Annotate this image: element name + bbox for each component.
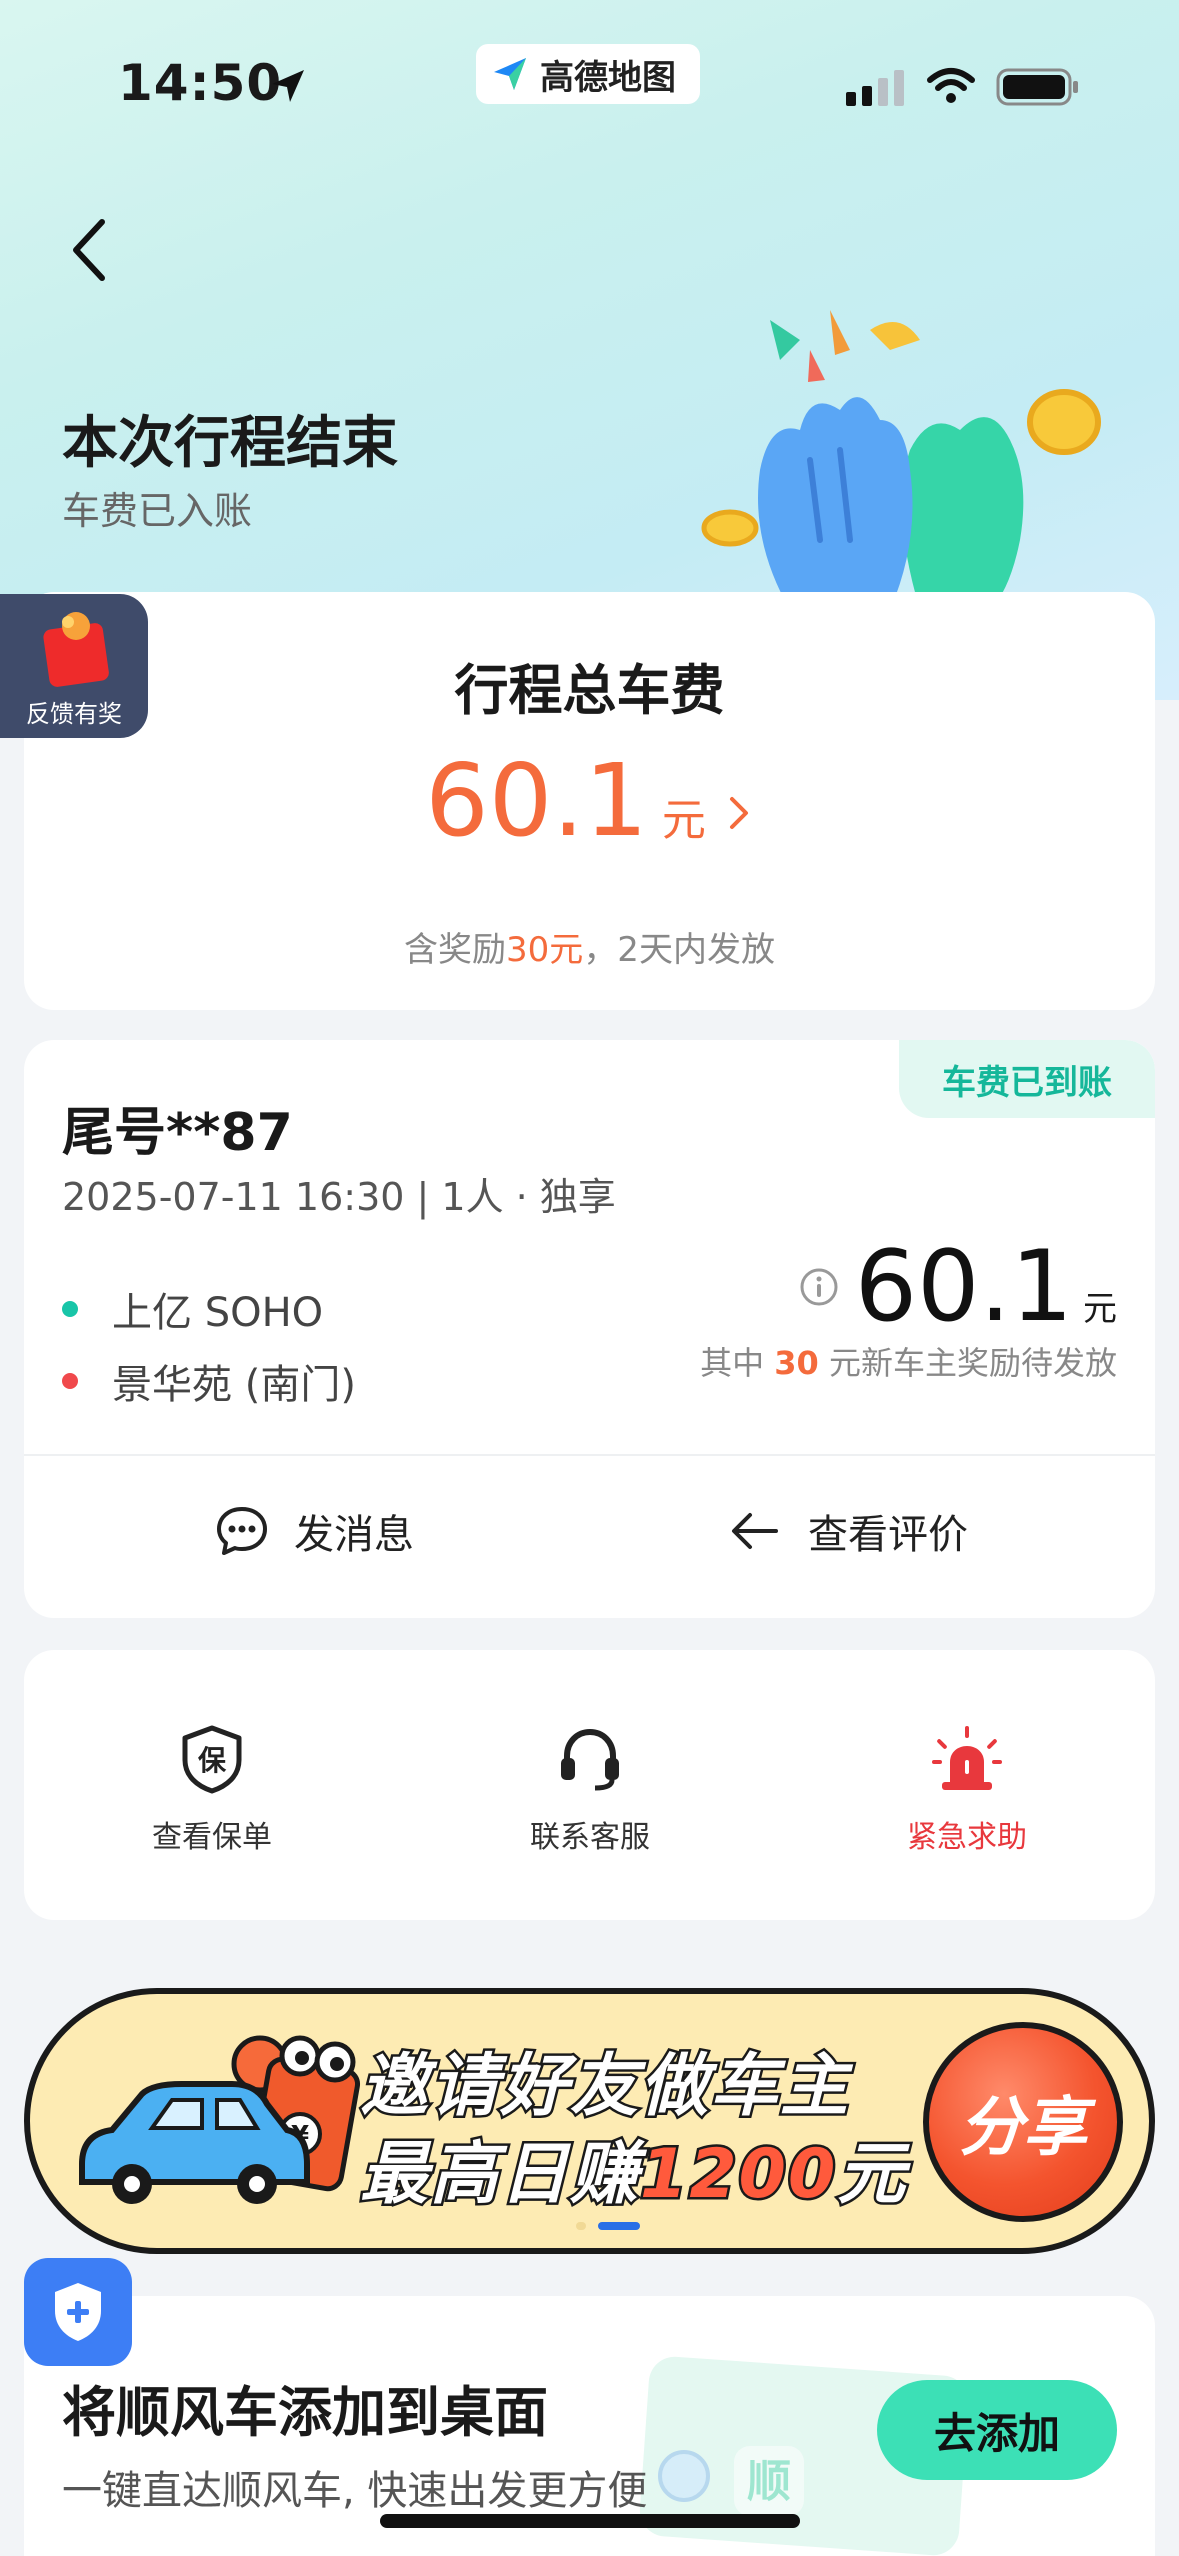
plate-number: 尾号**87	[62, 1103, 293, 1163]
view-policy-button[interactable]: 保 查看保单	[92, 1724, 332, 1856]
send-message-button[interactable]: 发消息	[214, 1502, 414, 1560]
carousel-indicator	[576, 2222, 640, 2230]
route-end: 景华苑 (南门)	[62, 1352, 356, 1410]
invite-driver-banner[interactable]: ¥ 邀请好友做车主 最高日赚1200元 分享	[24, 1988, 1155, 2254]
high-five-illustration	[701, 310, 1101, 610]
carousel-dot	[576, 2222, 586, 2230]
reward-suffix: 元新车主奖励待发放	[828, 1344, 1117, 1382]
view-review-button[interactable]: 查看评价	[728, 1502, 968, 1560]
fare-note-bonus: 30元	[506, 930, 584, 970]
chat-icon	[217, 1507, 267, 1555]
route-start: 上亿 SOHO	[62, 1280, 323, 1338]
app-indicator[interactable]: 高德地图	[476, 44, 700, 104]
page-title: 本次行程结束	[62, 411, 398, 476]
desktop-card-title: 将顺风车添加到桌面	[62, 2381, 548, 2444]
trip-price-amount: 60.1	[854, 1230, 1073, 1344]
fare-bonus-note: 含奖励30元，2天内发放	[24, 922, 1155, 971]
page-subtitle: 车费已入账	[62, 489, 253, 533]
blue-car-icon	[79, 2081, 310, 2204]
chevron-right-icon	[729, 797, 748, 829]
insurance-shield-icon: 保	[182, 1725, 242, 1794]
share-button[interactable]: 分享	[923, 2022, 1123, 2222]
view-policy-label: 查看保单	[152, 1820, 272, 1855]
trip-detail-card: 车费已到账 尾号**87 2025-07-11 16:30 | 1人 · 独享 …	[24, 1040, 1155, 1618]
wifi-icon	[927, 68, 975, 103]
contact-support-label: 联系客服	[530, 1820, 650, 1855]
fare-amount: 60.1	[425, 742, 648, 859]
safety-shield-button[interactable]	[24, 2258, 132, 2366]
feedback-reward-tab[interactable]: 反馈有奖	[0, 594, 148, 738]
red-envelope-icon	[43, 612, 109, 687]
banner-subline-prefix: 最高日赚	[357, 2133, 641, 2217]
banner-subline-suffix: 元	[835, 2133, 908, 2217]
trip-price-unit: 元	[1083, 1289, 1117, 1329]
widget-art-char: 顺	[747, 2456, 791, 2507]
cellular-signal-icon	[846, 70, 904, 106]
home-indicator[interactable]	[380, 2514, 800, 2528]
svg-text:保: 保	[198, 1744, 227, 1777]
divider	[24, 1454, 1155, 1456]
trip-meta: 2025-07-11 16:30 | 1人 · 独享	[62, 1175, 616, 1219]
carousel-dot-active	[598, 2222, 640, 2230]
desktop-card-subtitle: 一键直达顺风车, 快速出发更方便	[62, 2468, 648, 2514]
fare-note-prefix: 含奖励	[404, 930, 507, 970]
emergency-help-label: 紧急求助	[907, 1820, 1027, 1855]
service-card: 保 查看保单 联系客服 紧急求助	[24, 1650, 1155, 1920]
end-dot-icon	[62, 1373, 78, 1389]
start-dot-icon	[62, 1301, 78, 1317]
add-to-desktop-button[interactable]: 去添加	[877, 2380, 1117, 2480]
battery-icon	[996, 68, 1078, 106]
banner-subline-number: 1200	[638, 2133, 838, 2217]
alarm-icon	[932, 1726, 1002, 1790]
fare-title: 行程总车费	[454, 659, 725, 722]
banner-subline: 最高日赚1200元	[357, 2118, 908, 2217]
emergency-help-button[interactable]: 紧急求助	[847, 1724, 1087, 1856]
route-end-label: 景华苑 (南门)	[112, 1362, 356, 1408]
route-start-label: 上亿 SOHO	[112, 1290, 324, 1336]
fare-summary-card: 行程总车费 60.1 元 含奖励30元，2天内发放	[24, 592, 1155, 1010]
status-time: 14:50	[118, 54, 283, 112]
contact-support-button[interactable]: 联系客服	[470, 1724, 710, 1856]
info-icon[interactable]	[799, 1267, 839, 1307]
view-review-label: 查看评价	[808, 1512, 968, 1558]
feedback-label: 反馈有奖	[26, 700, 122, 728]
trip-reward-note: 其中 30 元新车主奖励待发放	[700, 1338, 1117, 1384]
send-message-label: 发消息	[294, 1512, 414, 1558]
app-name: 高德地图	[540, 57, 676, 98]
status-badge: 车费已到账	[899, 1040, 1155, 1118]
headset-icon	[561, 1728, 619, 1791]
trip-price: 60.1 元	[799, 1230, 1117, 1344]
fare-amount-link[interactable]: 60.1 元	[24, 742, 1155, 859]
amap-logo-icon	[494, 58, 526, 90]
location-arrow-icon	[272, 70, 304, 102]
arrow-left-icon	[732, 1513, 778, 1549]
reward-prefix: 其中	[700, 1344, 765, 1382]
safety-shield-icon	[55, 2283, 101, 2341]
banner-headline: 邀请好友做车主	[357, 2045, 851, 2129]
reward-amount: 30	[774, 1344, 819, 1382]
fare-unit: 元	[661, 795, 706, 846]
fare-note-suffix: ，2天内发放	[583, 930, 775, 970]
back-icon[interactable]	[62, 210, 122, 290]
